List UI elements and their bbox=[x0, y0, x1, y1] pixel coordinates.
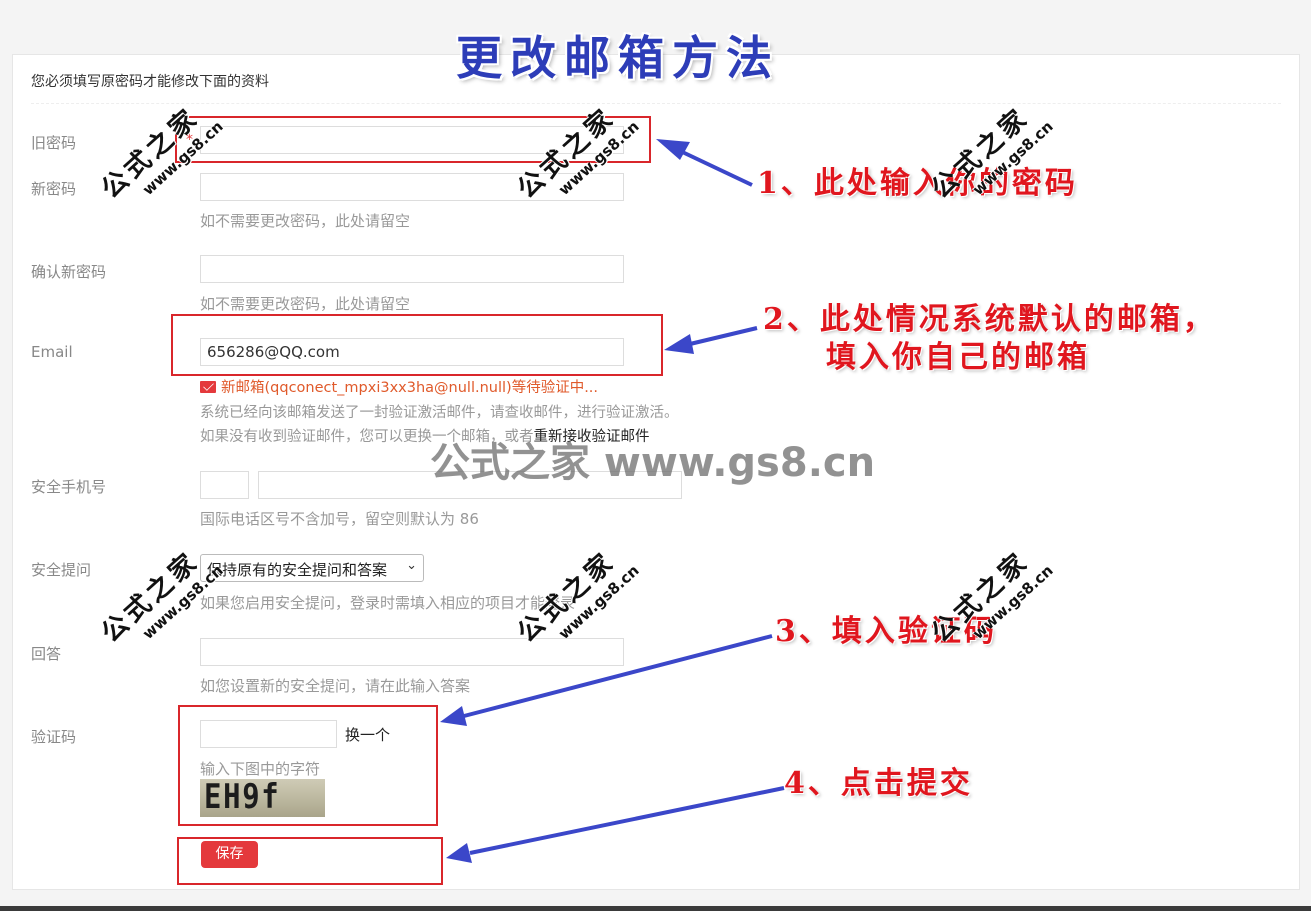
annotation-step2-line2: 填入你自己的邮箱 bbox=[826, 340, 1090, 375]
annotation-step4: 4、点击提交 bbox=[784, 766, 973, 801]
mail-icon bbox=[200, 381, 216, 393]
chevron-down-icon: ⌄ bbox=[406, 558, 417, 573]
bottom-bar bbox=[0, 906, 1311, 911]
phone-country-code-input[interactable] bbox=[200, 471, 249, 499]
highlight-box-save bbox=[177, 837, 443, 885]
email-label: Email bbox=[31, 343, 73, 361]
email-sent-text: 系统已经向该邮箱发送了一封验证激活邮件，请查收邮件，进行验证激活。 bbox=[200, 405, 679, 421]
answer-hint: 如您设置新的安全提问，请在此输入答案 bbox=[200, 677, 471, 695]
old-password-label: 旧密码 bbox=[31, 134, 77, 152]
captcha-label: 验证码 bbox=[31, 728, 77, 746]
security-question-selected: 保持原有的安全提问和答案 bbox=[207, 561, 388, 579]
security-question-select[interactable]: 保持原有的安全提问和答案 ⌄ bbox=[200, 554, 424, 582]
guide-title: 更改邮箱方法 bbox=[456, 31, 780, 85]
phone-label: 安全手机号 bbox=[31, 478, 107, 496]
center-watermark: 公式之家 www.gs8.cn bbox=[430, 440, 876, 486]
phone-hint: 国际电话区号不含加号，留空则默认为 86 bbox=[200, 510, 479, 528]
form-notice: 您必须填写原密码才能修改下面的资料 bbox=[31, 74, 269, 90]
divider bbox=[31, 103, 1281, 104]
annotation-step1: 1、此处输入你的密码 bbox=[757, 166, 1078, 201]
confirm-password-hint: 如不需要更改密码，此处请留空 bbox=[200, 295, 411, 313]
annotation-step2-line1: 2、此处情况系统默认的邮箱， bbox=[763, 302, 1216, 337]
confirm-password-input[interactable] bbox=[200, 255, 624, 283]
answer-label: 回答 bbox=[31, 645, 62, 663]
email-pending-text: 新邮箱(qqconect_mpxi3xx3ha@null.null)等待验证中.… bbox=[221, 380, 599, 396]
new-password-label: 新密码 bbox=[31, 180, 77, 198]
new-password-hint: 如不需要更改密码，此处请留空 bbox=[200, 212, 411, 230]
security-question-hint: 如果您启用安全提问，登录时需填入相应的项目才能登录 bbox=[200, 594, 576, 612]
security-question-label: 安全提问 bbox=[31, 561, 92, 579]
confirm-password-label: 确认新密码 bbox=[31, 263, 107, 281]
highlight-box-captcha bbox=[178, 705, 438, 826]
highlight-box-email bbox=[171, 314, 663, 376]
email-pending-status: 新邮箱(qqconect_mpxi3xx3ha@null.null)等待验证中.… bbox=[200, 376, 598, 397]
